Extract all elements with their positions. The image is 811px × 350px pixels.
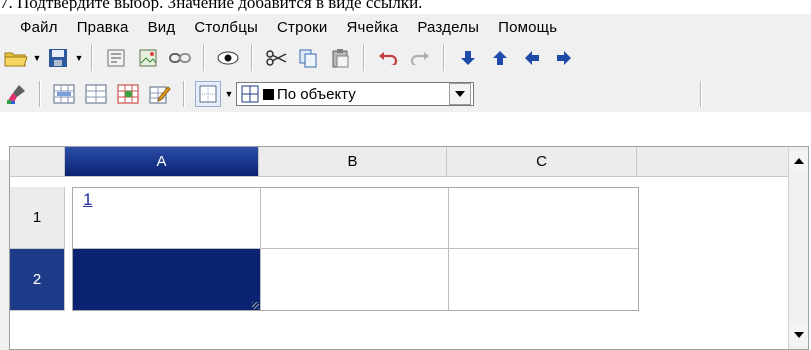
borders-dropdown-icon[interactable]: ▼ (224, 81, 234, 107)
cell-b1[interactable] (261, 188, 449, 249)
separator (183, 81, 185, 107)
menu-rows[interactable]: Строки (277, 19, 328, 36)
cell-b2[interactable] (261, 249, 449, 310)
color-swatch (263, 88, 274, 100)
open-folder-icon[interactable] (3, 45, 29, 71)
save-disk-icon[interactable] (45, 45, 71, 71)
row-header-2[interactable]: 2 (10, 249, 65, 311)
separator (443, 45, 445, 71)
cell-c2[interactable] (449, 249, 638, 310)
menu-view[interactable]: Вид (148, 19, 176, 36)
move-up-icon[interactable] (487, 45, 513, 71)
left-gutter (0, 160, 9, 350)
menu-columns[interactable]: Столбцы (194, 19, 258, 36)
menu-file[interactable]: Файл (20, 19, 58, 36)
link-icon[interactable] (167, 45, 193, 71)
separator (251, 45, 253, 71)
separator (91, 45, 93, 71)
border-style-value: По объекту (277, 85, 356, 103)
separator (363, 45, 365, 71)
brush-icon[interactable] (3, 81, 29, 107)
main-toolbar: ▼ ▼ (0, 40, 811, 76)
image-icon[interactable] (135, 45, 161, 71)
spreadsheet-grid[interactable]: A B C 1 2 1 (9, 146, 809, 350)
grid-icon (241, 85, 259, 103)
separator (203, 45, 205, 71)
separator (39, 81, 41, 107)
menu-cell[interactable]: Ячейка (347, 19, 399, 36)
row-header-1[interactable]: 1 (10, 187, 65, 249)
scroll-down-icon[interactable] (789, 325, 808, 345)
column-header-a[interactable]: A (65, 147, 259, 177)
cell-a1[interactable]: 1 (73, 188, 261, 249)
instruction-caption: 7. Подтвердите выбор. Значение добавится… (0, 0, 423, 11)
insert-row-icon[interactable] (51, 81, 77, 107)
select-all-corner[interactable] (10, 147, 65, 177)
move-left-icon[interactable] (519, 45, 545, 71)
menu-edit[interactable]: Правка (77, 19, 129, 36)
copy-icon[interactable] (295, 45, 321, 71)
scroll-up-icon[interactable] (789, 151, 808, 171)
vertical-scrollbar[interactable] (788, 147, 808, 349)
column-header-b[interactable]: B (259, 147, 447, 177)
edit-table-icon[interactable] (147, 81, 173, 107)
redo-icon[interactable] (407, 45, 433, 71)
borders-icon[interactable] (195, 81, 221, 107)
cell-a2-selected[interactable] (73, 249, 261, 310)
cut-scissors-icon[interactable] (263, 45, 289, 71)
table-red-icon[interactable] (115, 81, 141, 107)
format-toolbar: ▼ По объекту (0, 76, 811, 112)
separator (700, 81, 702, 107)
cell-area: 1 (72, 187, 639, 311)
menu-bar: Файл Правка Вид Столбцы Строки Ячейка Ра… (0, 14, 811, 40)
open-dropdown-icon[interactable]: ▼ (32, 45, 42, 71)
cell-c1[interactable] (449, 188, 638, 249)
column-header-c[interactable]: C (447, 147, 637, 177)
properties-icon[interactable] (103, 45, 129, 71)
move-down-icon[interactable] (455, 45, 481, 71)
menu-help[interactable]: Помощь (498, 19, 557, 36)
save-dropdown-icon[interactable]: ▼ (74, 45, 84, 71)
menu-sections[interactable]: Разделы (417, 19, 479, 36)
border-style-select[interactable]: По объекту (236, 82, 474, 106)
column-header-empty (637, 147, 789, 177)
move-right-icon[interactable] (551, 45, 577, 71)
chevron-down-icon[interactable] (449, 83, 471, 105)
paste-icon[interactable] (327, 45, 353, 71)
undo-icon[interactable] (375, 45, 401, 71)
resize-handle[interactable] (252, 302, 259, 309)
eye-icon[interactable] (215, 45, 241, 71)
table-icon[interactable] (83, 81, 109, 107)
